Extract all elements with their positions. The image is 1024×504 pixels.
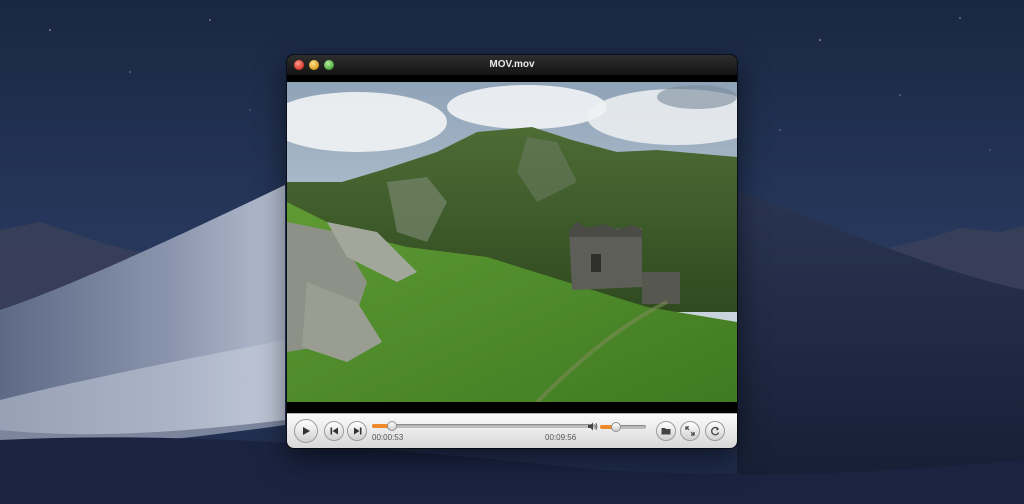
total-time: 00:09:56: [545, 433, 577, 442]
title-bar[interactable]: MOV.mov: [287, 55, 737, 76]
skip-forward-icon: [353, 427, 361, 435]
video-frame[interactable]: [287, 82, 737, 402]
seek-handle[interactable]: [386, 421, 397, 431]
previous-button[interactable]: [324, 421, 344, 441]
loop-icon: [711, 426, 720, 436]
seek-bar[interactable]: [372, 421, 594, 431]
volume-slider[interactable]: [600, 422, 646, 432]
control-bar: 00:00:53 00:09:56: [287, 413, 737, 448]
expand-icon: [685, 426, 695, 436]
player-window: MOV.mov 00:00:53 00:09:56: [287, 55, 737, 448]
loop-button[interactable]: [705, 421, 725, 441]
next-button[interactable]: [347, 421, 367, 441]
speaker-icon[interactable]: [588, 422, 598, 431]
play-icon: [303, 427, 310, 435]
skip-back-icon: [330, 427, 338, 435]
elapsed-time: 00:00:53: [372, 433, 404, 442]
open-file-button[interactable]: [656, 421, 676, 441]
folder-icon: [661, 428, 671, 435]
volume-handle[interactable]: [611, 422, 622, 432]
fullscreen-button[interactable]: [680, 421, 700, 441]
window-title: MOV.mov: [489, 59, 535, 70]
play-button[interactable]: [294, 419, 318, 443]
